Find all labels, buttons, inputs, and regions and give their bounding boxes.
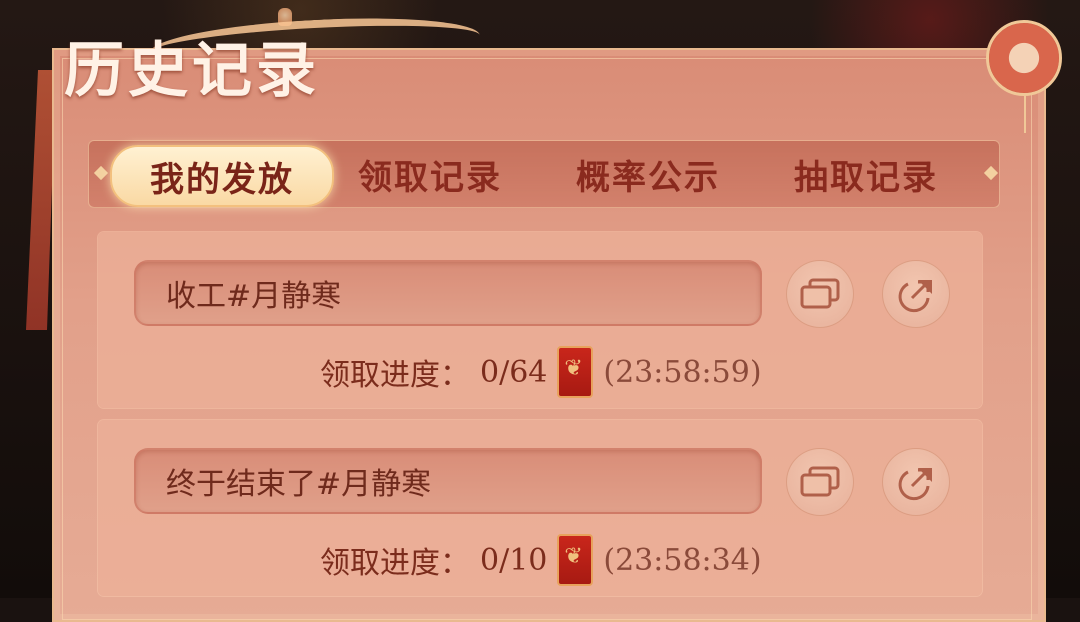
share-icon bbox=[898, 468, 932, 501]
message-text: 收工#月静寒 bbox=[166, 279, 342, 314]
tab-label: 抽取记录 bbox=[794, 157, 938, 198]
progress-value: 0/64 bbox=[480, 354, 548, 390]
copy-icon bbox=[800, 278, 840, 309]
tab-claim-records[interactable]: 领取记录 bbox=[330, 145, 530, 203]
progress-row: 领取进度： 0/64 (23:58:59) bbox=[320, 346, 762, 398]
copy-icon bbox=[800, 466, 840, 497]
tab-my-issued[interactable]: 我的发放 bbox=[110, 145, 334, 207]
tab-label: 我的发放 bbox=[150, 159, 294, 200]
progress-time: (23:58:34) bbox=[603, 542, 762, 578]
share-icon bbox=[898, 280, 932, 313]
copy-button[interactable] bbox=[786, 448, 854, 516]
tab-draw-records[interactable]: 抽取记录 bbox=[766, 145, 966, 203]
record-message: 收工#月静寒 bbox=[134, 260, 762, 326]
record-message: 终于结束了#月静寒 bbox=[134, 448, 762, 514]
tab-label: 领取记录 bbox=[358, 157, 502, 198]
tab-probability[interactable]: 概率公示 bbox=[548, 145, 748, 203]
progress-row: 领取进度： 0/10 (23:58:34) bbox=[320, 534, 762, 586]
share-button[interactable] bbox=[882, 260, 950, 328]
tab-label: 概率公示 bbox=[576, 157, 720, 198]
medallion-icon[interactable] bbox=[986, 20, 1062, 133]
page-title: 历史记录 bbox=[64, 36, 320, 106]
progress-label: 领取进度： bbox=[320, 358, 470, 393]
copy-button[interactable] bbox=[786, 260, 854, 328]
progress-value: 0/10 bbox=[480, 542, 548, 578]
share-button[interactable] bbox=[882, 448, 950, 516]
message-text: 终于结束了#月静寒 bbox=[166, 467, 432, 502]
red-envelope-icon bbox=[557, 534, 594, 586]
progress-time: (23:58:59) bbox=[603, 354, 762, 390]
progress-label: 领取进度： bbox=[320, 546, 470, 581]
red-envelope-icon bbox=[557, 346, 594, 398]
